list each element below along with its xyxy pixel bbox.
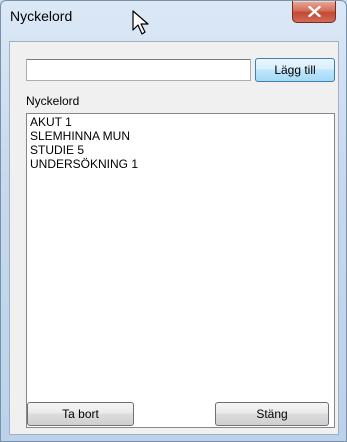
title-bar[interactable]: Nyckelord bbox=[1, 1, 346, 41]
keyword-input[interactable] bbox=[26, 59, 251, 81]
list-item[interactable]: AKUT 1 bbox=[30, 115, 331, 129]
keyword-list-label: Nyckelord bbox=[26, 94, 80, 108]
list-item[interactable]: UNDERSÖKNING 1 bbox=[30, 157, 331, 171]
list-item[interactable]: SLEMHINNA MUN bbox=[30, 129, 331, 143]
list-item[interactable]: STUDIE 5 bbox=[30, 143, 331, 157]
remove-button[interactable]: Ta bort bbox=[27, 402, 134, 426]
dialog-client-area: Lägg till Nyckelord AKUT 1 SLEMHINNA MUN… bbox=[9, 41, 339, 435]
dialog-window: Nyckelord Lägg till Nyckelord AKUT 1 SLE… bbox=[0, 0, 347, 442]
window-close-button[interactable] bbox=[292, 1, 336, 23]
close-button[interactable]: Stäng bbox=[215, 402, 329, 426]
window-title: Nyckelord bbox=[10, 8, 73, 24]
close-icon bbox=[308, 6, 321, 17]
cursor-icon bbox=[132, 10, 149, 35]
add-button[interactable]: Lägg till bbox=[255, 58, 335, 82]
keyword-list[interactable]: AKUT 1 SLEMHINNA MUN STUDIE 5 UNDERSÖKNI… bbox=[26, 113, 335, 428]
